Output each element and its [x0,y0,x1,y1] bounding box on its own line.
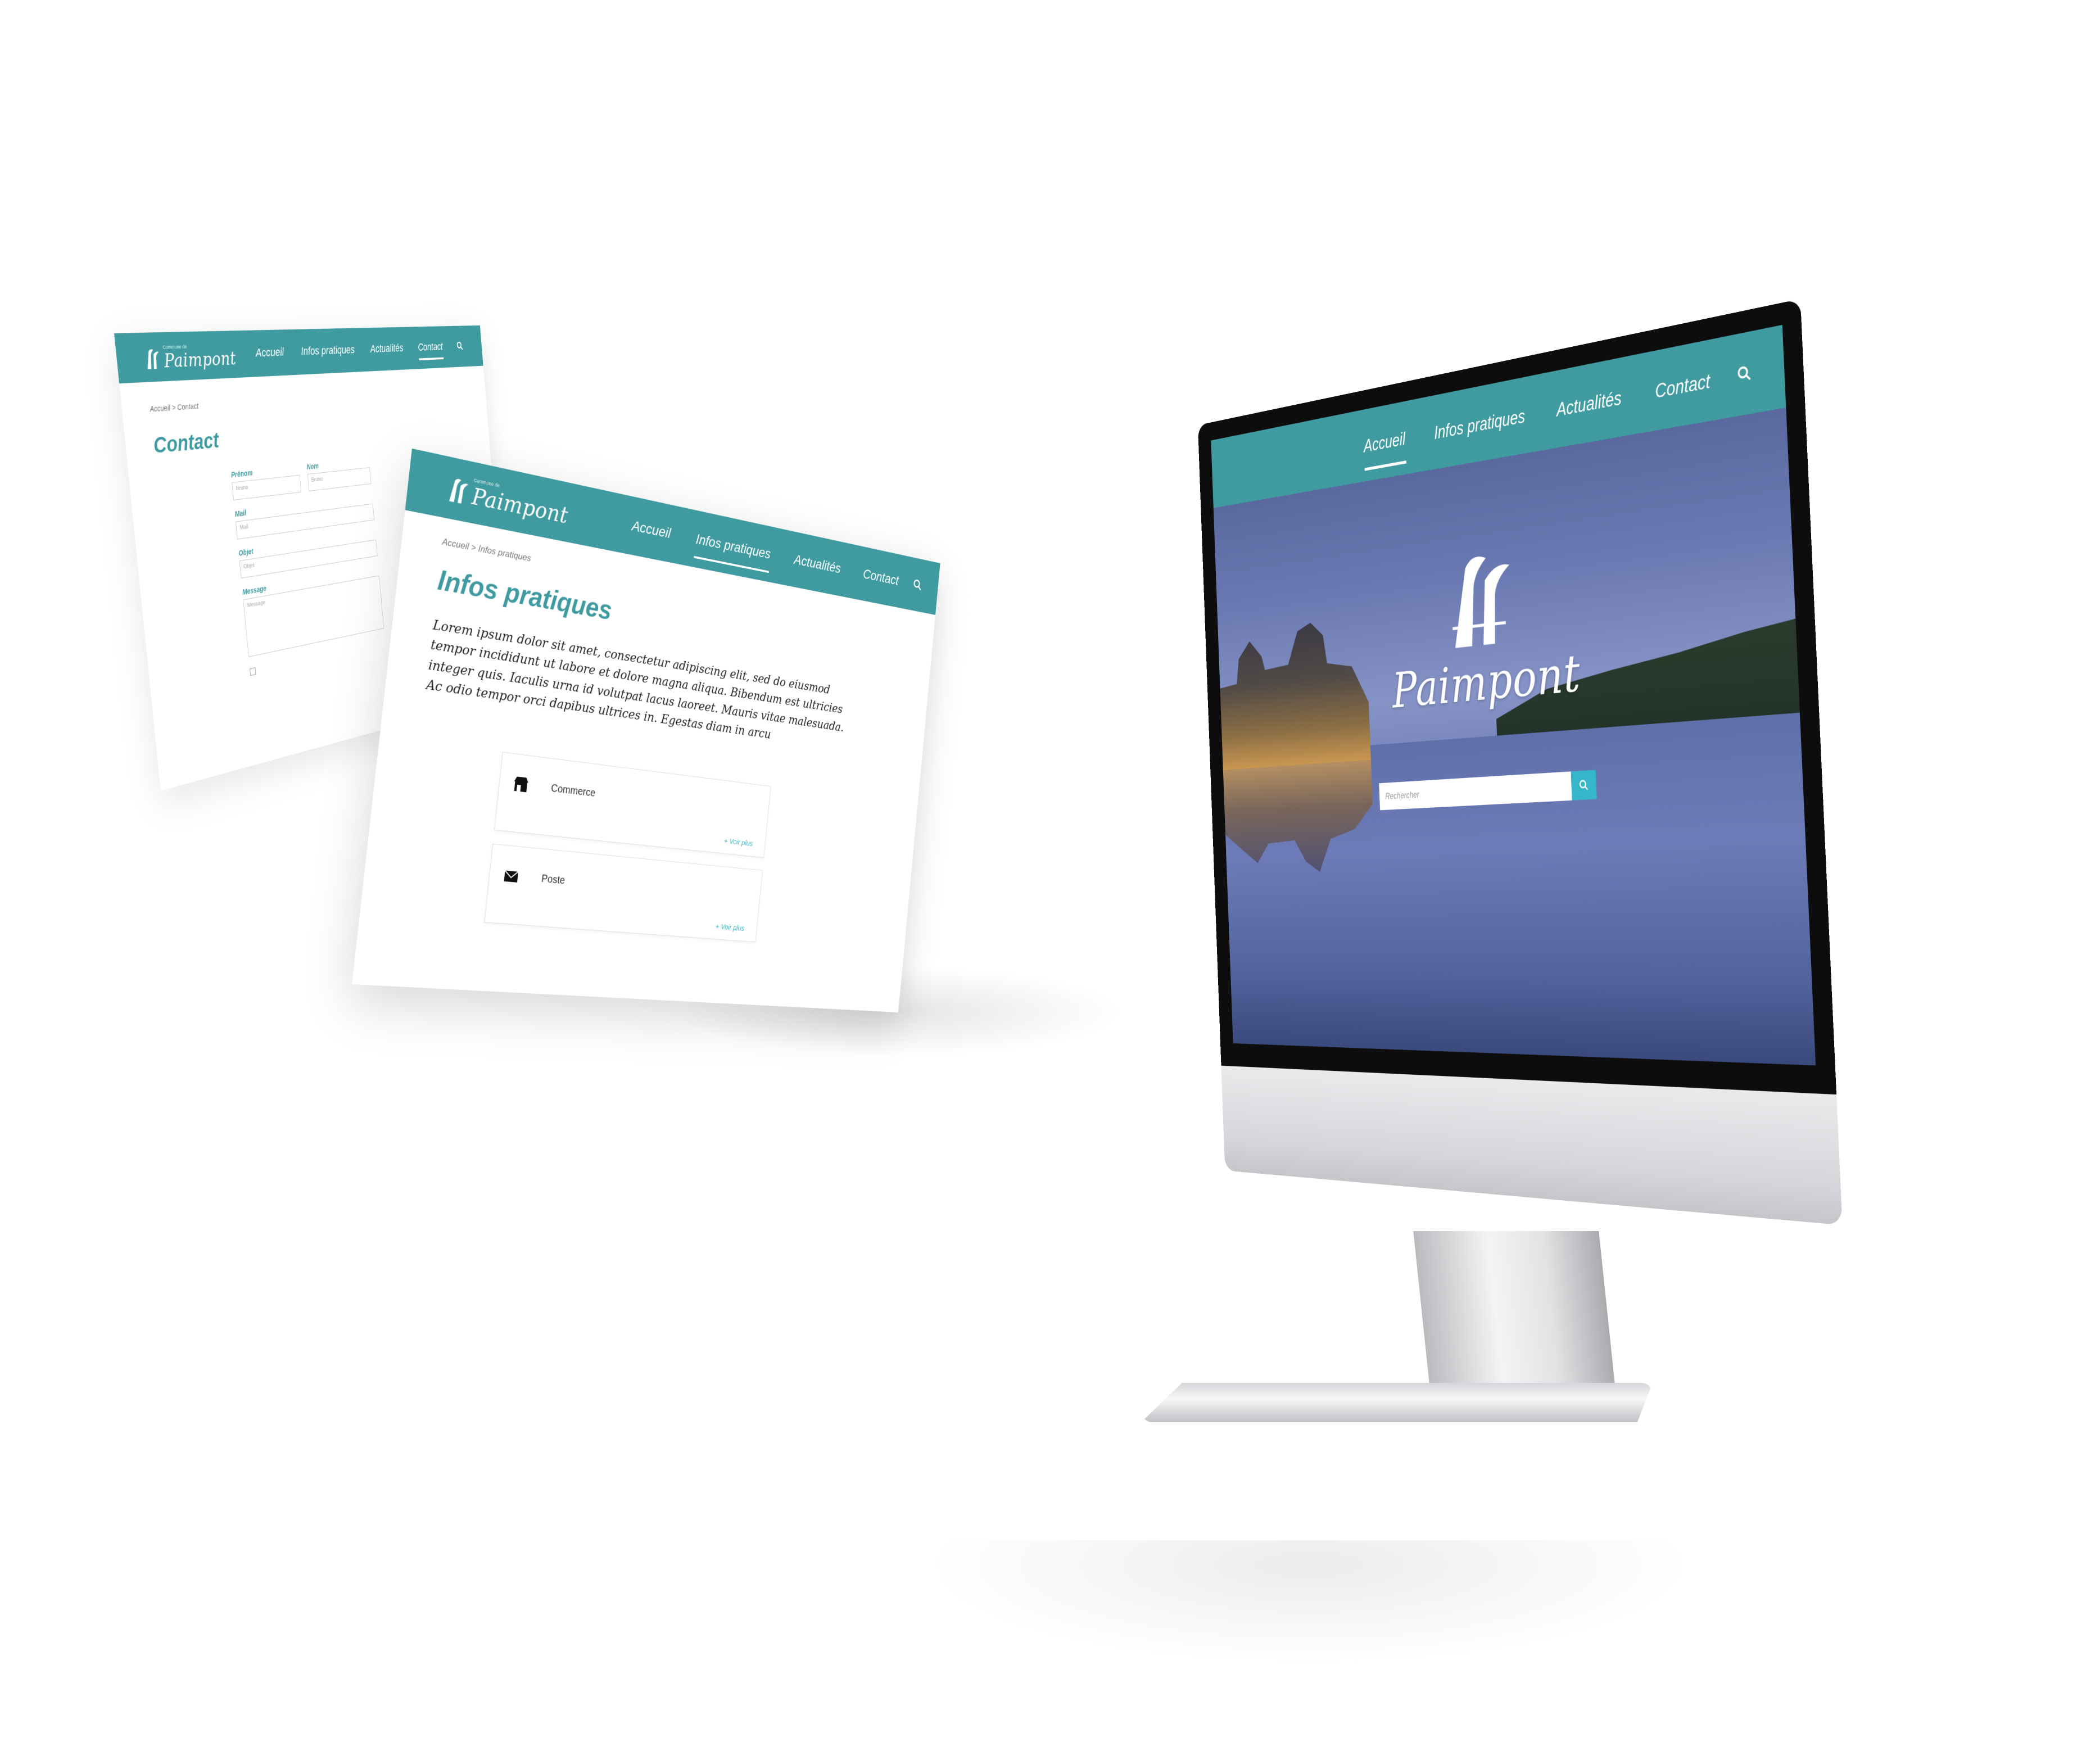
breadcrumb: Accueil > Contact [150,401,199,413]
nav-item-contact[interactable]: Contact [1654,370,1711,402]
search-icon [1579,779,1589,791]
site-logo[interactable]: Commune de Paimpont [143,342,237,373]
floor-reflection [927,1540,1692,1664]
infos-page-screen: Commune de Paimpont Accueil Infos pratiq… [352,448,940,1012]
site-logo[interactable]: Commune de Paimpont [446,472,570,528]
nav-item-infos-pratiques[interactable]: Infos pratiques [695,531,772,562]
nav-item-infos-pratiques[interactable]: Infos pratiques [300,343,355,358]
nav-item-contact[interactable]: Contact [418,341,444,354]
see-more-link[interactable]: + Voir plus [723,836,753,848]
breadcrumb-separator: > [171,402,177,412]
nav-item-contact[interactable]: Contact [862,566,899,589]
site-header: Commune de Paimpont Accueil Infos pratiq… [114,325,483,384]
mail-label: Mail [234,508,247,519]
page-title: Infos pratiques [436,564,613,626]
breadcrumb-home[interactable]: Accueil [442,536,470,551]
see-more-label: Voir plus [729,837,753,848]
hero-logo: Paimpont [1391,542,1582,719]
breadcrumb-separator: > [470,542,477,553]
breadcrumb: Accueil > Infos pratiques [442,536,532,564]
imac-display: Accueil Infos pratiques Actualités Conta… [1197,298,1843,1225]
card-label: Poste [541,872,566,887]
see-more-link[interactable]: + Voir plus [715,922,745,933]
consent-checkbox[interactable] [250,667,256,676]
paimpont-logo-icon [1442,555,1519,648]
search-button[interactable] [1571,770,1597,800]
info-card-poste[interactable]: Poste + Voir plus [484,843,763,943]
nom-label: Nom [306,462,319,471]
shop-icon [514,776,529,793]
objet-label: Objet [238,546,254,558]
logo-wordmark: Paimpont [163,347,237,373]
nav-item-accueil[interactable]: Accueil [255,345,285,360]
message-label: Message [242,584,267,596]
breadcrumb-current: Infos pratiques [477,543,532,564]
imac-stand-foot [1141,1383,1653,1422]
breadcrumb-current: Contact [177,401,199,412]
nav-item-actualites[interactable]: Actualités [793,551,841,577]
paimpont-logo-icon [449,477,469,505]
search-icon[interactable] [913,578,922,591]
nav-item-actualites[interactable]: Actualités [370,342,404,356]
intro-paragraph: Lorem ipsum dolor sit amet, consectetur … [425,616,845,742]
consent-row [250,667,256,676]
mail-field[interactable]: Mail [235,503,375,540]
nav-item-infos-pratiques[interactable]: Infos pratiques [1434,405,1526,444]
nav-item-accueil[interactable]: Accueil [631,517,672,541]
search-icon[interactable] [1737,364,1752,383]
objet-field[interactable]: Objet [239,539,378,579]
main-nav: Accueil Infos pratiques Actualités Conta… [255,340,464,360]
paimpont-logo-icon [146,349,161,369]
nav-item-accueil[interactable]: Accueil [1363,428,1406,456]
castle [1218,616,1371,770]
search-icon[interactable] [456,341,464,351]
prenom-label: Prénom [230,468,253,480]
see-more-label: Voir plus [720,922,745,933]
envelope-icon [502,866,520,883]
prenom-field[interactable]: Bruno [232,474,302,501]
main-nav: Accueil Infos pratiques Actualités Conta… [631,517,899,588]
page-title: Contact [152,428,220,458]
nav-item-actualites[interactable]: Actualités [1556,387,1622,420]
mockup-stage: Commune de Paimpont Accueil Infos pratiq… [0,0,2095,1764]
info-card-commerce[interactable]: Commerce + Voir plus [494,752,771,858]
breadcrumb-home[interactable]: Accueil [150,403,171,413]
nom-field[interactable]: Bruno [307,467,372,492]
home-page-screen: Accueil Infos pratiques Actualités Conta… [1211,324,1816,1066]
card-label: Commerce [550,782,596,799]
imac-stand-neck [1413,1231,1617,1400]
